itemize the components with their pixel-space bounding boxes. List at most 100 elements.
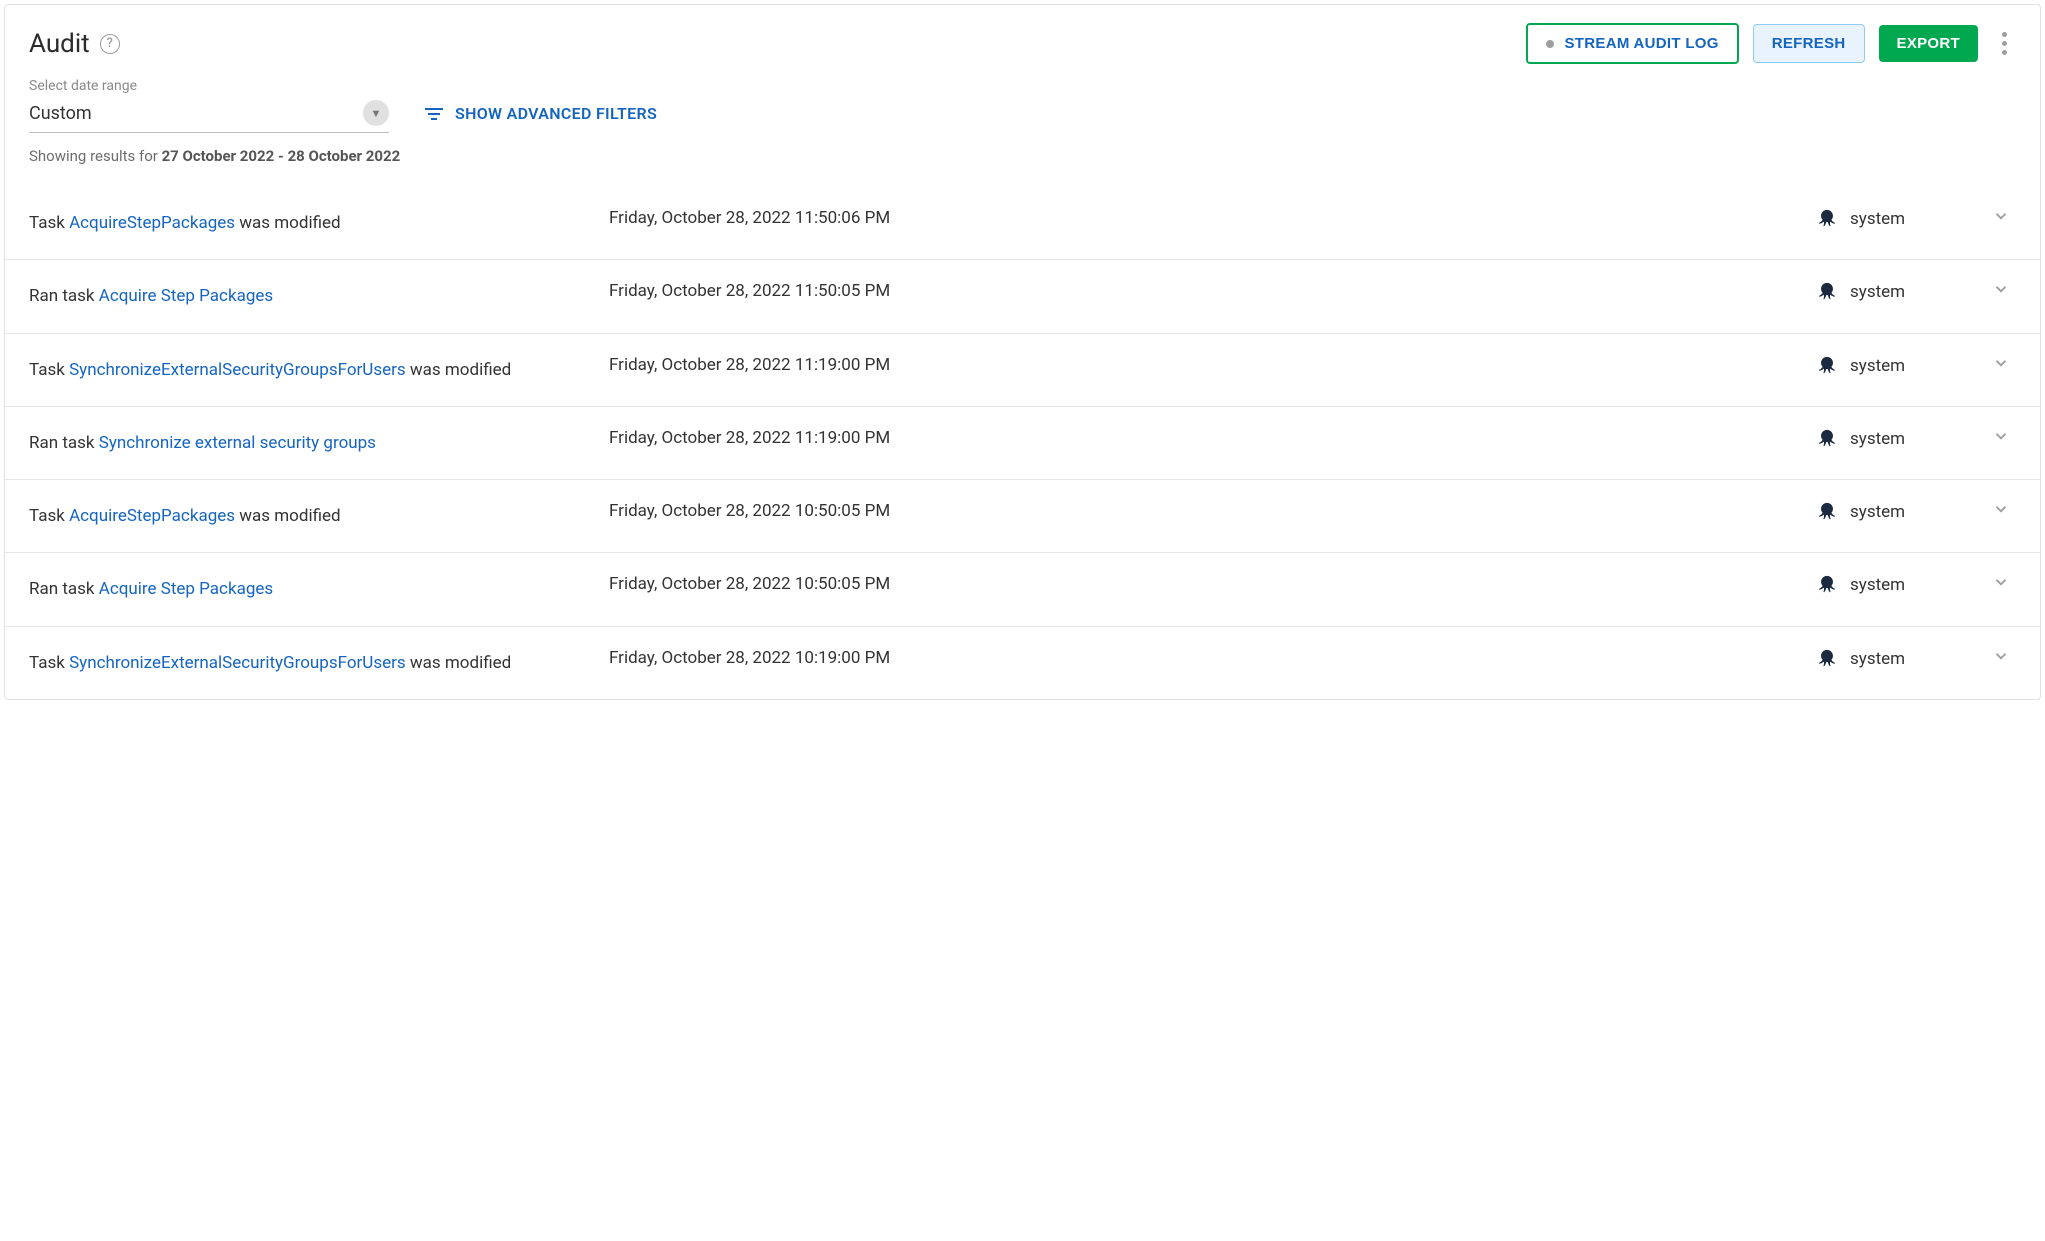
overflow-menu-button[interactable] <box>1992 26 2016 61</box>
user-name: system <box>1850 209 1905 229</box>
date-range-value: Custom <box>29 103 92 124</box>
audit-user: system <box>1816 500 1986 523</box>
user-name: system <box>1850 649 1905 669</box>
octopus-icon <box>1816 355 1838 377</box>
desc-prefix: Task <box>29 653 69 673</box>
chevron-down-icon <box>1992 500 2010 518</box>
audit-row[interactable]: Task SynchronizeExternalSecurityGroupsFo… <box>5 626 2040 699</box>
user-name: system <box>1850 282 1905 302</box>
user-name: system <box>1850 502 1905 522</box>
audit-description: Ran task Acquire Step Packages <box>29 280 609 312</box>
audit-user: system <box>1816 207 1986 230</box>
audit-date: Friday, October 28, 2022 10:50:05 PM <box>609 573 1816 594</box>
user-name: system <box>1850 575 1905 595</box>
advanced-filters-label: SHOW ADVANCED FILTERS <box>455 104 657 123</box>
page-title: Audit <box>29 29 90 59</box>
audit-date: Friday, October 28, 2022 11:50:05 PM <box>609 280 1816 301</box>
audit-user: system <box>1816 573 1986 596</box>
expand-row-button[interactable] <box>1986 280 2016 303</box>
header: Audit ? STREAM AUDIT LOG REFRESH EXPORT <box>5 5 2040 72</box>
audit-card: Audit ? STREAM AUDIT LOG REFRESH EXPORT … <box>4 4 2041 700</box>
audit-date: Friday, October 28, 2022 11:19:00 PM <box>609 427 1816 448</box>
date-range-select[interactable]: Select date range Custom ▼ <box>29 78 389 133</box>
desc-prefix: Task <box>29 360 69 380</box>
octopus-icon <box>1816 428 1838 450</box>
audit-date: Friday, October 28, 2022 11:19:00 PM <box>609 354 1816 375</box>
task-link[interactable]: AcquireStepPackages <box>69 213 235 233</box>
desc-suffix: was modified <box>406 653 512 673</box>
task-link[interactable]: Acquire Step Packages <box>99 286 273 306</box>
expand-row-button[interactable] <box>1986 427 2016 450</box>
desc-prefix: Task <box>29 213 69 233</box>
desc-prefix: Task <box>29 506 69 526</box>
octopus-icon <box>1816 501 1838 523</box>
audit-row[interactable]: Task AcquireStepPackages was modifiedFri… <box>5 479 2040 552</box>
audit-description: Task AcquireStepPackages was modified <box>29 207 609 239</box>
chevron-down-icon <box>1992 647 2010 665</box>
chevron-down-icon <box>1992 354 2010 372</box>
octopus-icon <box>1816 648 1838 670</box>
audit-user: system <box>1816 354 1986 377</box>
expand-row-button[interactable] <box>1986 573 2016 596</box>
octopus-icon <box>1816 208 1838 230</box>
task-link[interactable]: Synchronize external security groups <box>99 433 376 453</box>
audit-row[interactable]: Task SynchronizeExternalSecurityGroupsFo… <box>5 333 2040 406</box>
task-link[interactable]: Acquire Step Packages <box>99 579 273 599</box>
audit-user: system <box>1816 647 1986 670</box>
audit-description: Task AcquireStepPackages was modified <box>29 500 609 532</box>
user-name: system <box>1850 429 1905 449</box>
audit-description: Ran task Acquire Step Packages <box>29 573 609 605</box>
stream-status-dot-icon <box>1546 40 1554 48</box>
task-link[interactable]: SynchronizeExternalSecurityGroupsForUser… <box>69 360 406 380</box>
refresh-label: REFRESH <box>1772 35 1846 52</box>
audit-date: Friday, October 28, 2022 10:19:00 PM <box>609 647 1816 668</box>
user-name: system <box>1850 356 1905 376</box>
audit-description: Task SynchronizeExternalSecurityGroupsFo… <box>29 647 609 679</box>
audit-user: system <box>1816 427 1986 450</box>
dropdown-icon: ▼ <box>363 100 389 126</box>
task-link[interactable]: SynchronizeExternalSecurityGroupsForUser… <box>69 653 406 673</box>
audit-row[interactable]: Task AcquireStepPackages was modifiedFri… <box>5 187 2040 259</box>
desc-prefix: Ran task <box>29 286 99 306</box>
chevron-down-icon <box>1992 207 2010 225</box>
audit-date: Friday, October 28, 2022 11:50:06 PM <box>609 207 1816 228</box>
title-wrap: Audit ? <box>29 29 120 59</box>
filter-icon <box>425 107 443 121</box>
show-advanced-filters-button[interactable]: SHOW ADVANCED FILTERS <box>425 104 657 133</box>
audit-description: Ran task Synchronize external security g… <box>29 427 609 459</box>
results-range: 27 October 2022 - 28 October 2022 <box>162 147 401 165</box>
expand-row-button[interactable] <box>1986 500 2016 523</box>
header-actions: STREAM AUDIT LOG REFRESH EXPORT <box>1526 23 2016 64</box>
desc-prefix: Ran task <box>29 433 99 453</box>
results-prefix: Showing results for <box>29 147 162 165</box>
audit-row[interactable]: Ran task Acquire Step PackagesFriday, Oc… <box>5 259 2040 332</box>
date-range-value-row: Custom ▼ <box>29 100 389 126</box>
audit-date: Friday, October 28, 2022 10:50:05 PM <box>609 500 1816 521</box>
desc-suffix: was modified <box>235 213 341 233</box>
results-summary: Showing results for 27 October 2022 - 28… <box>5 143 2040 187</box>
export-label: EXPORT <box>1897 35 1960 52</box>
chevron-down-icon <box>1992 280 2010 298</box>
chevron-down-icon <box>1992 573 2010 591</box>
audit-rows: Task AcquireStepPackages was modifiedFri… <box>5 187 2040 699</box>
octopus-icon <box>1816 281 1838 303</box>
export-button[interactable]: EXPORT <box>1879 25 1978 62</box>
expand-row-button[interactable] <box>1986 354 2016 377</box>
refresh-button[interactable]: REFRESH <box>1753 24 1865 63</box>
desc-suffix: was modified <box>235 506 341 526</box>
date-range-label: Select date range <box>29 78 389 94</box>
audit-user: system <box>1816 280 1986 303</box>
stream-audit-log-button[interactable]: STREAM AUDIT LOG <box>1526 23 1738 64</box>
chevron-down-icon <box>1992 427 2010 445</box>
help-icon[interactable]: ? <box>100 34 120 54</box>
audit-description: Task SynchronizeExternalSecurityGroupsFo… <box>29 354 609 386</box>
expand-row-button[interactable] <box>1986 207 2016 230</box>
octopus-icon <box>1816 574 1838 596</box>
audit-row[interactable]: Ran task Synchronize external security g… <box>5 406 2040 479</box>
filters-bar: Select date range Custom ▼ SHOW ADVANCED… <box>5 72 2040 143</box>
task-link[interactable]: AcquireStepPackages <box>69 506 235 526</box>
expand-row-button[interactable] <box>1986 647 2016 670</box>
audit-row[interactable]: Ran task Acquire Step PackagesFriday, Oc… <box>5 552 2040 625</box>
desc-suffix: was modified <box>406 360 512 380</box>
desc-prefix: Ran task <box>29 579 99 599</box>
